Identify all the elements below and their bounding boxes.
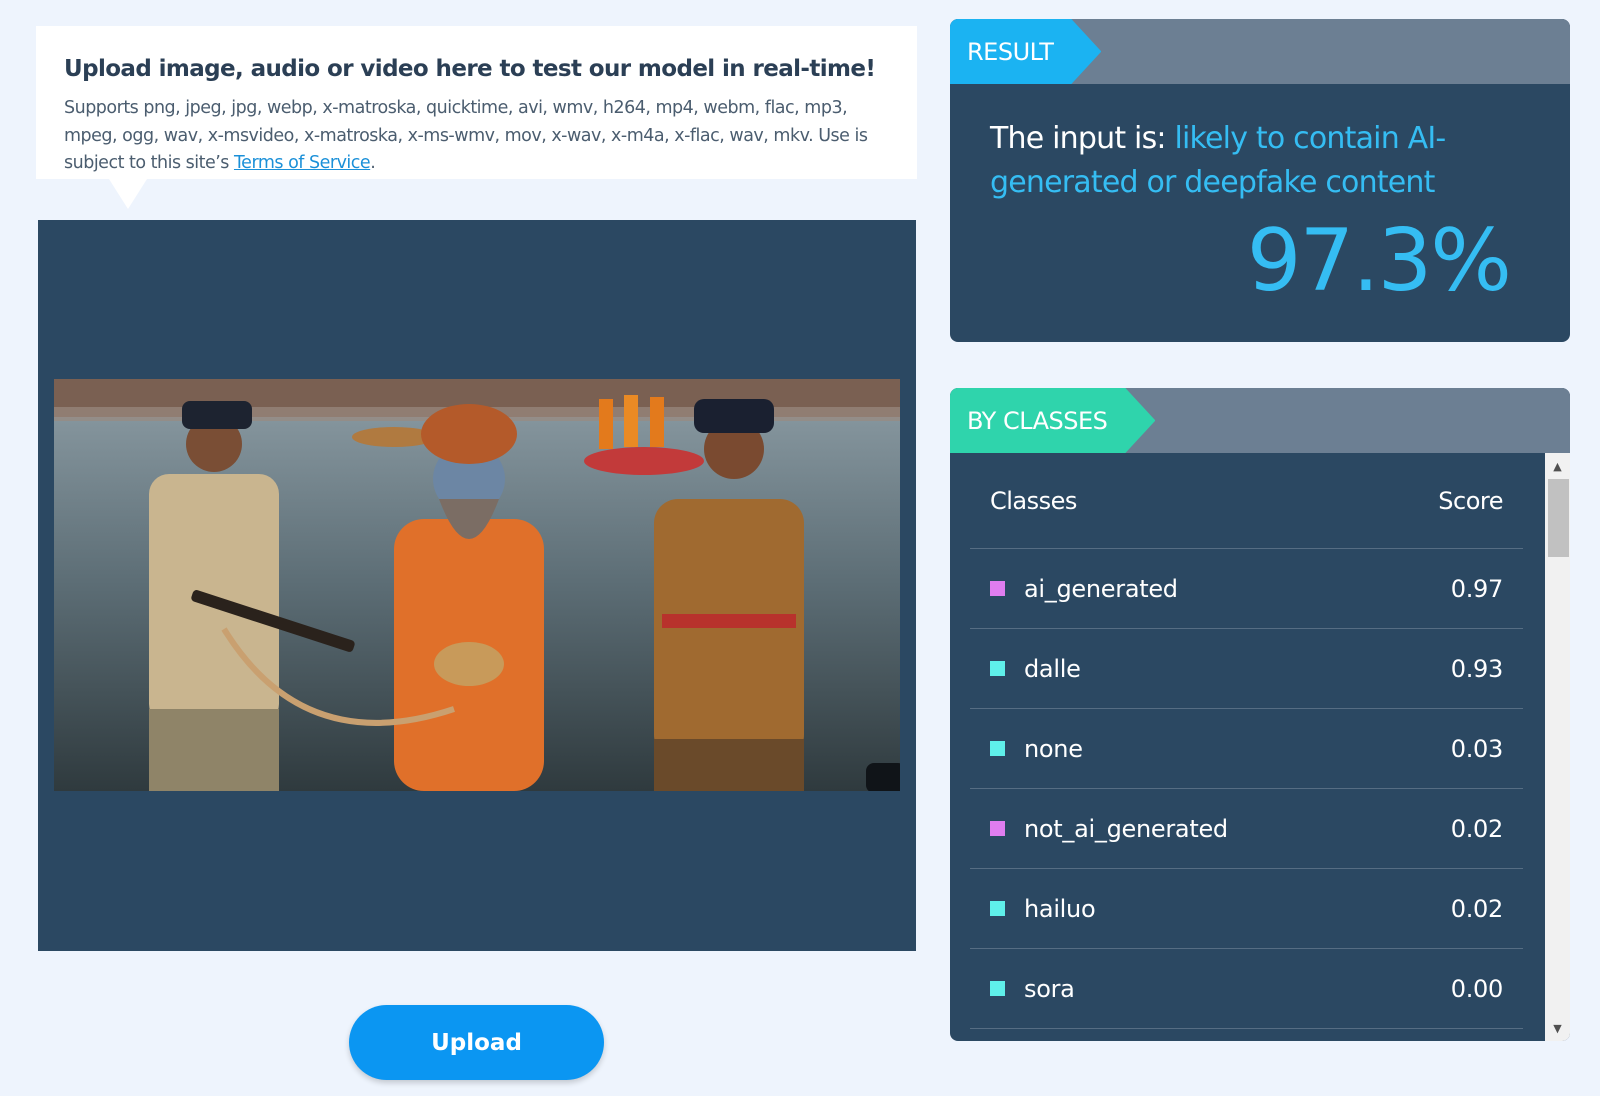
uploaded-image-graphic: [54, 379, 900, 791]
class-score: 0.02: [1450, 894, 1504, 923]
result-tag: RESULT: [950, 19, 1101, 84]
classes-card: BY CLASSES Classes Score ai_generated 0.9…: [950, 388, 1570, 1041]
class-color-swatch: [990, 901, 1005, 916]
class-color-swatch: [990, 661, 1005, 676]
classes-table: Classes Score ai_generated 0.97 dalle 0.93 n…: [970, 453, 1523, 1029]
supported-formats-text: Supports png, jpeg, jpg, webp, x-matrosk…: [64, 95, 889, 178]
classes-table-header: Classes Score: [970, 453, 1523, 549]
result-card: RESULT The input is: likely to contain A…: [950, 19, 1570, 342]
scroll-up-arrow-icon[interactable]: ▲: [1545, 456, 1570, 476]
scrollbar-thumb[interactable]: [1548, 479, 1569, 557]
classes-header: BY CLASSES: [950, 388, 1570, 453]
supported-formats-suffix: .: [370, 153, 376, 173]
class-color-swatch: [990, 741, 1005, 756]
classes-tag: BY CLASSES: [950, 388, 1155, 453]
uploaded-image: [54, 379, 900, 791]
upload-info-card: Upload image, audio or video here to tes…: [36, 26, 917, 209]
class-score: 0.00: [1450, 974, 1504, 1003]
class-score: 0.03: [1450, 734, 1504, 763]
class-color-swatch: [990, 981, 1005, 996]
result-prefix: The input is:: [990, 121, 1175, 156]
class-name: ai_generated: [1024, 574, 1178, 603]
class-name: none: [1024, 734, 1083, 763]
class-row: ai_generated 0.97: [970, 549, 1523, 629]
class-rows: ai_generated 0.97 dalle 0.93 none 0.03 not_ai_…: [970, 549, 1523, 1029]
class-score: 0.97: [1450, 574, 1504, 603]
column-header-classes: Classes: [990, 486, 1077, 515]
class-color-swatch: [990, 581, 1005, 596]
result-score: 97.3%: [1246, 211, 1512, 311]
class-name: hailuo: [1024, 894, 1096, 923]
class-name: not_ai_generated: [1024, 814, 1228, 843]
column-header-score: Score: [1438, 486, 1503, 515]
class-color-swatch: [990, 821, 1005, 836]
media-preview-panel[interactable]: [38, 220, 916, 951]
upload-info-title: Upload image, audio or video here to tes…: [64, 56, 876, 82]
class-row: hailuo 0.02: [970, 869, 1523, 949]
terms-of-service-link[interactable]: Terms of Service: [234, 153, 371, 173]
class-score: 0.93: [1450, 654, 1504, 683]
scroll-down-arrow-icon[interactable]: ▼: [1545, 1018, 1570, 1038]
classes-scrollbar[interactable]: ▲ ▼: [1545, 453, 1570, 1041]
classes-scroll-area[interactable]: Classes Score ai_generated 0.97 dalle 0.93 n…: [950, 453, 1545, 1041]
class-row: dalle 0.93: [970, 629, 1523, 709]
upload-button[interactable]: Upload: [349, 1005, 604, 1080]
result-statement: The input is: likely to contain AI-gener…: [990, 117, 1530, 205]
class-row: sora 0.00: [970, 949, 1523, 1029]
class-row: none 0.03: [970, 709, 1523, 789]
class-row: not_ai_generated 0.02: [970, 789, 1523, 869]
result-header: RESULT: [950, 19, 1570, 84]
class-name: sora: [1024, 974, 1075, 1003]
class-name: dalle: [1024, 654, 1081, 683]
class-score: 0.02: [1450, 814, 1504, 843]
supported-formats-label: Supports png, jpeg, jpg, webp, x-matrosk…: [64, 98, 868, 173]
